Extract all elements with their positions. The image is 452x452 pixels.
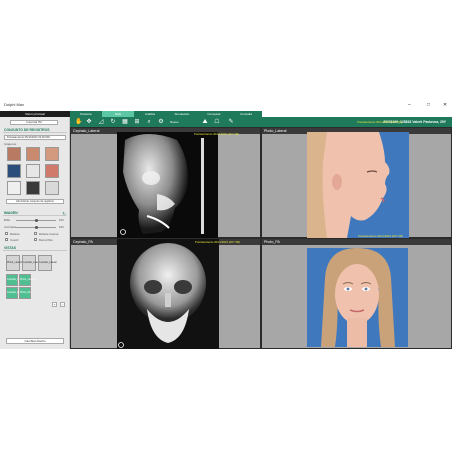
cephalo-lateral-image xyxy=(117,132,218,238)
check-label: Rellena xyxy=(10,232,20,236)
check-label: Rellena inversa xyxy=(39,232,59,236)
panel-cephalo-pa[interactable]: Cephalo_PA Pretratamiento 20/11/2023 (29… xyxy=(70,238,261,349)
add-view-button[interactable]: + xyxy=(52,302,57,307)
image-thumbnail[interactable] xyxy=(7,147,21,161)
image-thumbnail[interactable] xyxy=(26,181,40,195)
profile-photo xyxy=(307,132,409,238)
skull-pa-xray xyxy=(118,243,206,348)
app-title: Dolphi Max xyxy=(4,102,25,107)
filter-checkbox[interactable] xyxy=(5,232,8,235)
image-thumbnail[interactable] xyxy=(45,147,59,161)
new-button[interactable]: Nuevo xyxy=(170,120,179,124)
photo-lateral-image xyxy=(307,132,409,238)
pen-icon[interactable]: ✎ xyxy=(228,119,234,125)
filter-checkbox[interactable] xyxy=(5,238,8,241)
check-label: Borrar filtro xyxy=(39,238,53,242)
filter-checkbox[interactable] xyxy=(34,238,37,241)
view-button[interactable]: Photo_Lateral xyxy=(6,255,22,271)
filter-checkbox[interactable] xyxy=(34,232,37,235)
image-thumbnail[interactable] xyxy=(26,164,40,178)
contrast-knob[interactable] xyxy=(35,226,38,229)
contrast-value: 100 xyxy=(59,225,64,229)
draw-icon[interactable]: ◿ xyxy=(98,119,104,125)
brightness-value: 100 xyxy=(59,218,64,222)
remove-view-button[interactable]: – xyxy=(60,302,65,307)
records-select[interactable]: Pretratamiento 06/11/2023 19:00:000 xyxy=(4,135,66,140)
manage-records-button[interactable]: Administrar conjunto de registros xyxy=(6,199,64,204)
sidebar: Importar IM CONJUNTO DE REGISTROS Pretra… xyxy=(0,117,70,349)
panel-photo-pa[interactable]: Photo_PA Pretratamiento 20/11/2023 (29Y … xyxy=(261,234,452,349)
image-thumbnail[interactable] xyxy=(45,164,59,178)
zoom-icon[interactable]: ⌕ xyxy=(146,119,152,125)
divider xyxy=(3,215,67,216)
panel-date: Pretratamiento 20/11/2023 (29Y 6M) xyxy=(357,120,403,124)
rotate-icon[interactable]: ↻ xyxy=(110,119,116,125)
panel-date: Pretratamiento 20/11/2023 (29Y 6M) xyxy=(194,132,240,136)
images-label: Imágenes xyxy=(4,142,17,146)
view-button-active[interactable]: Cephalo_PA xyxy=(6,287,20,299)
panel-title: Cephalo_Lateral xyxy=(73,129,100,133)
image-grid: Cephalo_Lateral Pretratamiento 20/11/202… xyxy=(70,120,452,349)
panel-title: Photo_PA xyxy=(264,240,280,244)
refresh-icon[interactable]: ↻ xyxy=(61,211,67,217)
close-button[interactable]: ✕ xyxy=(443,101,447,109)
chart-icon[interactable]: ⛰ xyxy=(202,119,208,125)
view-button-active[interactable]: Cephalo_Lateral xyxy=(6,274,25,286)
panel-photo-lateral[interactable]: Photo_Lateral Pretratamiento 20/11/2023 … xyxy=(261,120,452,238)
panel-date: Pretratamiento 20/11/2023 (29Y 6M) xyxy=(358,234,404,238)
image-thumbnail[interactable] xyxy=(7,164,21,178)
divider xyxy=(3,132,67,133)
brightness-label: Brillo xyxy=(4,218,11,222)
panel-title: Cephalo_PA xyxy=(73,240,93,244)
brightness-knob[interactable] xyxy=(35,219,38,222)
view-button-active[interactable]: Photo_PA xyxy=(19,287,31,299)
import-button[interactable]: Importar IM xyxy=(10,120,58,125)
cephalo-pa-image xyxy=(117,239,219,349)
image-thumbnail[interactable] xyxy=(7,181,21,195)
view-button[interactable]: Cephalo_Lateral xyxy=(38,255,57,271)
move-icon[interactable]: ✥ xyxy=(86,119,92,125)
view-button[interactable]: Cephalo_Lateral xyxy=(22,255,41,271)
divider xyxy=(3,250,67,251)
image-thumbnail[interactable] xyxy=(26,147,40,161)
minimize-button[interactable]: – xyxy=(408,101,411,109)
maximize-button[interactable]: □ xyxy=(427,101,430,109)
panel-title: Photo_Lateral xyxy=(264,129,287,133)
grid-icon[interactable]: ▦ xyxy=(122,119,128,125)
panel-date: Pretratamiento 20/11/2023 (29Y 6M) xyxy=(195,240,241,244)
hand-icon[interactable]: ✋ xyxy=(75,119,82,125)
check-label: Invertir xyxy=(10,238,19,242)
image-thumbnail[interactable] xyxy=(45,181,59,195)
contrast-label: Contraste xyxy=(4,225,17,229)
settings-icon[interactable]: ⚙ xyxy=(158,119,164,125)
panel-cephalo-lateral[interactable]: Cephalo_Lateral Pretratamiento 20/11/202… xyxy=(70,127,261,238)
title-bar: Dolphi Max – □ ✕ xyxy=(0,100,452,111)
profile-icon[interactable]: ☖ xyxy=(214,119,220,125)
view-button-active[interactable]: Photo_Lateral xyxy=(19,274,35,286)
measure-icon[interactable]: ⊞ xyxy=(134,119,140,125)
frontal-photo xyxy=(307,248,408,347)
panel-header: Photo_PA xyxy=(262,239,451,245)
change-layout-button[interactable]: Cambiar diseño xyxy=(6,338,64,344)
photo-pa-image xyxy=(307,248,408,347)
app-window: Dolphi Max – □ ✕ Menú principal Paciente… xyxy=(0,100,452,349)
skull-lateral-xray xyxy=(120,134,204,235)
